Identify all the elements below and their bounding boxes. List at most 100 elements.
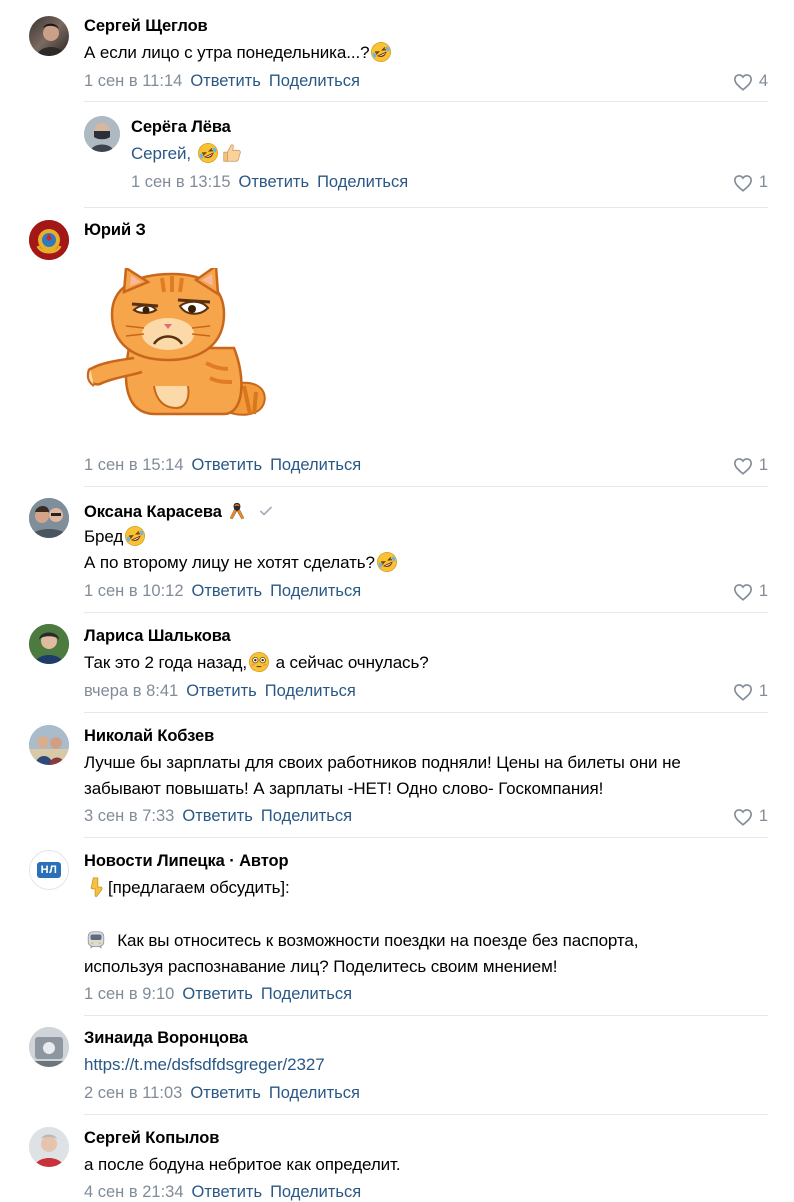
avatar[interactable] — [29, 16, 69, 56]
comment-date[interactable]: 1 сен в 15:14 — [84, 456, 184, 474]
like-button[interactable]: 1 — [733, 456, 768, 475]
avatar[interactable] — [29, 1127, 69, 1167]
divider — [84, 837, 768, 838]
divider — [84, 486, 768, 487]
divider — [84, 101, 768, 102]
reply-button[interactable]: Ответить — [182, 807, 253, 825]
pointing-down-emoji — [85, 876, 107, 898]
thumbs-up-emoji — [221, 142, 243, 164]
reply-button[interactable]: Ответить — [192, 582, 263, 600]
heart-icon — [733, 174, 753, 192]
comment-text: А если лицо с утра понедельника...? — [84, 40, 393, 66]
share-button[interactable]: Поделиться — [270, 456, 361, 474]
comment-link[interactable]: https://t.me/dsfsdfdsgreger/2327 — [84, 1052, 325, 1078]
like-button[interactable]: 1 — [733, 807, 768, 826]
like-button[interactable]: 4 — [733, 72, 768, 91]
comment-date[interactable]: 4 сен в 21:34 — [84, 1183, 184, 1201]
heart-icon — [733, 683, 753, 701]
avatar[interactable] — [84, 116, 120, 152]
ribbon-icon — [228, 501, 246, 521]
divider — [84, 1114, 768, 1115]
author-name[interactable]: Лариса Шалькова — [84, 627, 231, 646]
avatar[interactable] — [29, 220, 69, 260]
comment-date[interactable]: 1 сен в 9:10 — [84, 985, 174, 1003]
share-button[interactable]: Поделиться — [261, 985, 352, 1003]
share-button[interactable]: Поделиться — [317, 173, 408, 191]
comment-meta: 1 сен в 10:12 Ответить Поделиться — [84, 582, 361, 601]
comment-text-line2: забывают повышать! А зарплаты -НЕТ! Одно… — [84, 779, 604, 798]
like-count: 1 — [758, 456, 768, 474]
share-button[interactable]: Поделиться — [261, 807, 352, 825]
author-name[interactable]: Серёга Лёва — [131, 118, 231, 137]
avatar[interactable]: НЛ — [29, 850, 69, 890]
avatar[interactable] — [29, 725, 69, 765]
share-button[interactable]: Поделиться — [269, 1084, 360, 1102]
grumpy-cat-sticker — [86, 268, 266, 416]
comment-date[interactable]: 1 сен в 13:15 — [131, 173, 231, 191]
author-name[interactable]: Новости Липецка · Автор — [84, 852, 289, 871]
author-name[interactable]: Сергей Копылов — [84, 1129, 219, 1148]
verified-check-icon — [258, 503, 274, 519]
author-name[interactable]: Сергей Щеглов — [84, 17, 208, 36]
comment-date[interactable]: 1 сен в 11:14 — [84, 72, 182, 90]
comment-date[interactable]: 3 сен в 7:33 — [84, 807, 174, 825]
comment-text-body: Как вы относитесь к возможности поездки … — [117, 931, 639, 950]
reply-to-link[interactable]: Сергей, — [131, 144, 191, 163]
divider — [84, 712, 768, 713]
like-count: 1 — [758, 173, 768, 191]
divider — [84, 207, 768, 208]
flushed-emoji — [248, 651, 270, 673]
author-name[interactable]: Зинаида Воронцова — [84, 1029, 248, 1048]
avatar[interactable] — [29, 498, 69, 538]
like-button[interactable]: 1 — [733, 582, 768, 601]
author-name[interactable]: Оксана Карасева — [84, 501, 274, 522]
like-count: 1 — [758, 582, 768, 600]
comment-meta: 2 сен в 11:03 Ответить Поделиться — [84, 1084, 360, 1103]
comment-text: Так это 2 года назад, а сейчас очнулась? — [84, 650, 429, 676]
reply-button[interactable]: Ответить — [190, 1084, 261, 1102]
reply-button[interactable]: Ответить — [190, 72, 261, 90]
comment-text-body: Бред — [84, 527, 124, 546]
comment-meta: 1 сен в 9:10 Ответить Поделиться — [84, 985, 352, 1004]
like-count: 4 — [758, 72, 768, 90]
comments-feed: Сергей Щеглов А если лицо с утра понедел… — [0, 0, 794, 1202]
share-button[interactable]: Поделиться — [270, 582, 361, 600]
like-button[interactable]: 1 — [733, 682, 768, 701]
comment-text-body: А если лицо с утра понедельника...? — [84, 43, 370, 62]
comment-text-line2: А по второму лицу не хотят сделать? — [84, 550, 399, 576]
comment-date[interactable]: 1 сен в 10:12 — [84, 582, 184, 600]
divider — [84, 1015, 768, 1016]
comment-text: Лучше бы зарплаты для своих работников п… — [84, 753, 681, 772]
comment-text: а после бодуна небритое как определит. — [84, 1155, 401, 1174]
reply-button[interactable]: Ответить — [186, 682, 257, 700]
heart-icon — [733, 808, 753, 826]
comment-text-body: Так это 2 года назад, — [84, 653, 247, 672]
comment-meta: 1 сен в 15:14 Ответить Поделиться — [84, 456, 361, 475]
comment-text-body: [предлагаем обсудить]: — [108, 878, 290, 897]
share-button[interactable]: Поделиться — [270, 1183, 361, 1201]
reply-button[interactable]: Ответить — [182, 985, 253, 1003]
divider — [84, 612, 768, 613]
comment-text-body: А по второму лицу не хотят сделать? — [84, 553, 375, 572]
comment-text: Сергей, — [131, 141, 244, 167]
reply-button[interactable]: Ответить — [192, 456, 263, 474]
avatar-logo-text: НЛ — [36, 862, 62, 878]
avatar[interactable] — [29, 624, 69, 664]
rofl-emoji — [124, 525, 146, 547]
like-count: 1 — [758, 682, 768, 700]
reply-button[interactable]: Ответить — [239, 173, 310, 191]
comment-text-body-cont: а сейчас очнулась? — [275, 653, 429, 672]
like-button[interactable]: 1 — [733, 173, 768, 192]
author-name[interactable]: Юрий З — [84, 221, 146, 240]
reply-button[interactable]: Ответить — [192, 1183, 263, 1201]
share-button[interactable]: Поделиться — [265, 682, 356, 700]
comment-date[interactable]: 2 сен в 11:03 — [84, 1084, 182, 1102]
comment-meta: 4 сен в 21:34 Ответить Поделиться — [84, 1183, 361, 1202]
share-button[interactable]: Поделиться — [269, 72, 360, 90]
rofl-emoji — [376, 551, 398, 573]
comment-date[interactable]: вчера в 8:41 — [84, 682, 178, 700]
author-name-text: Оксана Карасева — [84, 503, 222, 521]
author-name[interactable]: Николай Кобзев — [84, 727, 214, 746]
comment-text: Бред — [84, 524, 147, 550]
avatar[interactable] — [29, 1027, 69, 1067]
